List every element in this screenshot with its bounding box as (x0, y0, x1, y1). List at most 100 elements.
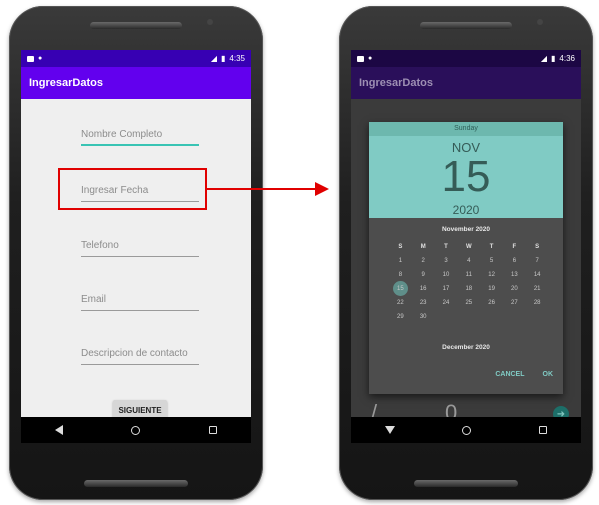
speaker-top (420, 22, 512, 29)
home-icon[interactable] (462, 425, 472, 435)
calendar-day[interactable]: 2 (412, 254, 435, 268)
picker-year[interactable]: 2020 (369, 203, 563, 217)
home-icon[interactable] (131, 425, 141, 435)
calendar-day-label: 27 (511, 300, 518, 306)
signal-icon: ◢ (540, 54, 548, 63)
calendar-day[interactable]: 18 (457, 282, 480, 296)
back-down-icon[interactable] (384, 426, 395, 434)
calendar-weekday-header: T (444, 244, 448, 250)
cancel-button[interactable]: CANCEL (495, 371, 524, 378)
calendar-day[interactable]: 11 (457, 268, 480, 282)
picker-weekday: Sunday (369, 122, 563, 136)
calendar-day[interactable]: 26 (480, 296, 503, 310)
speaker-bottom (414, 480, 518, 487)
location-icon: ● (38, 55, 43, 62)
calendar-weekday-header: T (489, 244, 494, 250)
notification-icon (27, 55, 34, 62)
camera-icon (207, 19, 213, 25)
recents-icon[interactable] (539, 426, 548, 434)
calendar-week-row: 22 23 24 25 26 27 28 (389, 296, 549, 310)
calendar-day[interactable]: 6 (503, 254, 526, 268)
picker-day[interactable]: 15 (369, 152, 563, 202)
dialog-actions: CANCEL OK (495, 371, 553, 378)
ok-button[interactable]: OK (543, 371, 554, 378)
calendar-day (480, 310, 503, 324)
calendar-day (503, 310, 526, 324)
calendar-day[interactable]: 10 (435, 268, 458, 282)
highlight-box (58, 168, 207, 210)
calendar-day[interactable]: 8 (389, 268, 412, 282)
calendar-weekday-header: M (420, 244, 426, 250)
calendar-day[interactable]: 19 (480, 282, 503, 296)
calendar-day[interactable]: 7 (526, 254, 549, 268)
calendar-day[interactable]: 24 (435, 296, 458, 310)
calendar-week-row: 15 16 17 18 19 20 21 (389, 281, 549, 296)
calendar-day-label: 19 (488, 286, 495, 292)
screen-left: ● ◢ ▮ 4:35 IngresarDatos Nombre Completo… (21, 50, 251, 443)
calendar-day-label: 29 (397, 314, 404, 320)
calendar-day-selected[interactable]: 15 (389, 281, 412, 296)
calendar-day[interactable]: 4 (457, 254, 480, 268)
contact-description-input[interactable]: Descripcion de contacto (81, 347, 199, 365)
calendar-day-label: 9 (421, 272, 425, 278)
calendar-grid: S M T W T F S 1 2 3 4 5 6 7 8 9 10 11 12 13 14 15 16 17 18 19 20 21… (389, 240, 549, 324)
calendar-day-label: 12 (488, 272, 495, 278)
notification-icon (357, 55, 364, 62)
calendar-week-row: 29 30 (389, 310, 549, 324)
app-bar: IngresarDatos (21, 67, 251, 99)
calendar-day-label: 28 (533, 300, 541, 306)
calendar-day-label: 15 (397, 286, 404, 292)
calendar-weekday-row: SMTWTFS (389, 240, 549, 254)
camera-icon (537, 19, 543, 25)
calendar-day-label: 25 (465, 300, 473, 306)
calendar-day-label: 1 (398, 258, 403, 264)
calendar-day-label: 20 (511, 286, 518, 292)
calendar-day[interactable]: 23 (412, 296, 435, 310)
calendar-week-row: 8 9 10 11 12 13 14 (389, 268, 549, 282)
calendar-day[interactable]: 1 (389, 254, 412, 268)
calendar-weekday-header: S (535, 244, 540, 250)
calendar-day-label: 3 (444, 258, 448, 264)
calendar-day-label: 5 (489, 258, 494, 264)
calendar-day[interactable]: 14 (526, 268, 549, 282)
calendar-day-label: 17 (442, 286, 450, 292)
calendar-day[interactable]: 12 (480, 268, 503, 282)
recents-icon[interactable] (208, 426, 217, 434)
calendar-day-label: 16 (419, 286, 427, 292)
app-bar: IngresarDatos (351, 67, 581, 99)
calendar-day[interactable]: 9 (412, 268, 435, 282)
calendar-day-label: 24 (442, 300, 450, 306)
app-title: IngresarDatos (29, 77, 103, 89)
calendar-day[interactable]: 20 (503, 282, 526, 296)
calendar-day[interactable]: 21 (526, 282, 549, 296)
status-bar: ● ◢ ▮ 4:35 (21, 50, 251, 67)
phone-input[interactable]: Telefono (81, 239, 199, 257)
calendar-day-label: 6 (512, 258, 517, 264)
email-input[interactable]: Email (81, 293, 199, 311)
calendar-day-label: 23 (419, 300, 427, 306)
calendar-day-label: 13 (511, 272, 518, 278)
calendar-weekday-header: W (465, 244, 472, 250)
status-time: 4:35 (229, 54, 245, 63)
calendar-day[interactable]: 30 (412, 310, 435, 324)
calendar-day[interactable]: 3 (435, 254, 458, 268)
status-bar: ● ◢ ▮ 4:36 (351, 50, 581, 67)
calendar-day[interactable]: 27 (503, 296, 526, 310)
nav-bar (21, 417, 251, 443)
nav-bar (351, 417, 581, 443)
full-name-input[interactable]: Nombre Completo (81, 128, 199, 146)
calendar-day[interactable]: 28 (526, 296, 549, 310)
calendar-day[interactable]: 13 (503, 268, 526, 282)
calendar-day[interactable]: 22 (389, 296, 412, 310)
calendar-month-title: November 2020 (441, 226, 491, 233)
calendar-day-label: 2 (421, 258, 425, 264)
calendar-day[interactable]: 5 (480, 254, 503, 268)
calendar-day[interactable]: 16 (412, 282, 435, 296)
picker-header: NOV 15 2020 (369, 136, 563, 218)
speaker-bottom (84, 480, 188, 487)
calendar-day[interactable]: 17 (435, 282, 458, 296)
calendar-day[interactable]: 29 (389, 310, 412, 324)
back-icon[interactable] (55, 425, 64, 435)
calendar-day[interactable]: 25 (457, 296, 480, 310)
calendar-day-label: 26 (488, 300, 495, 306)
